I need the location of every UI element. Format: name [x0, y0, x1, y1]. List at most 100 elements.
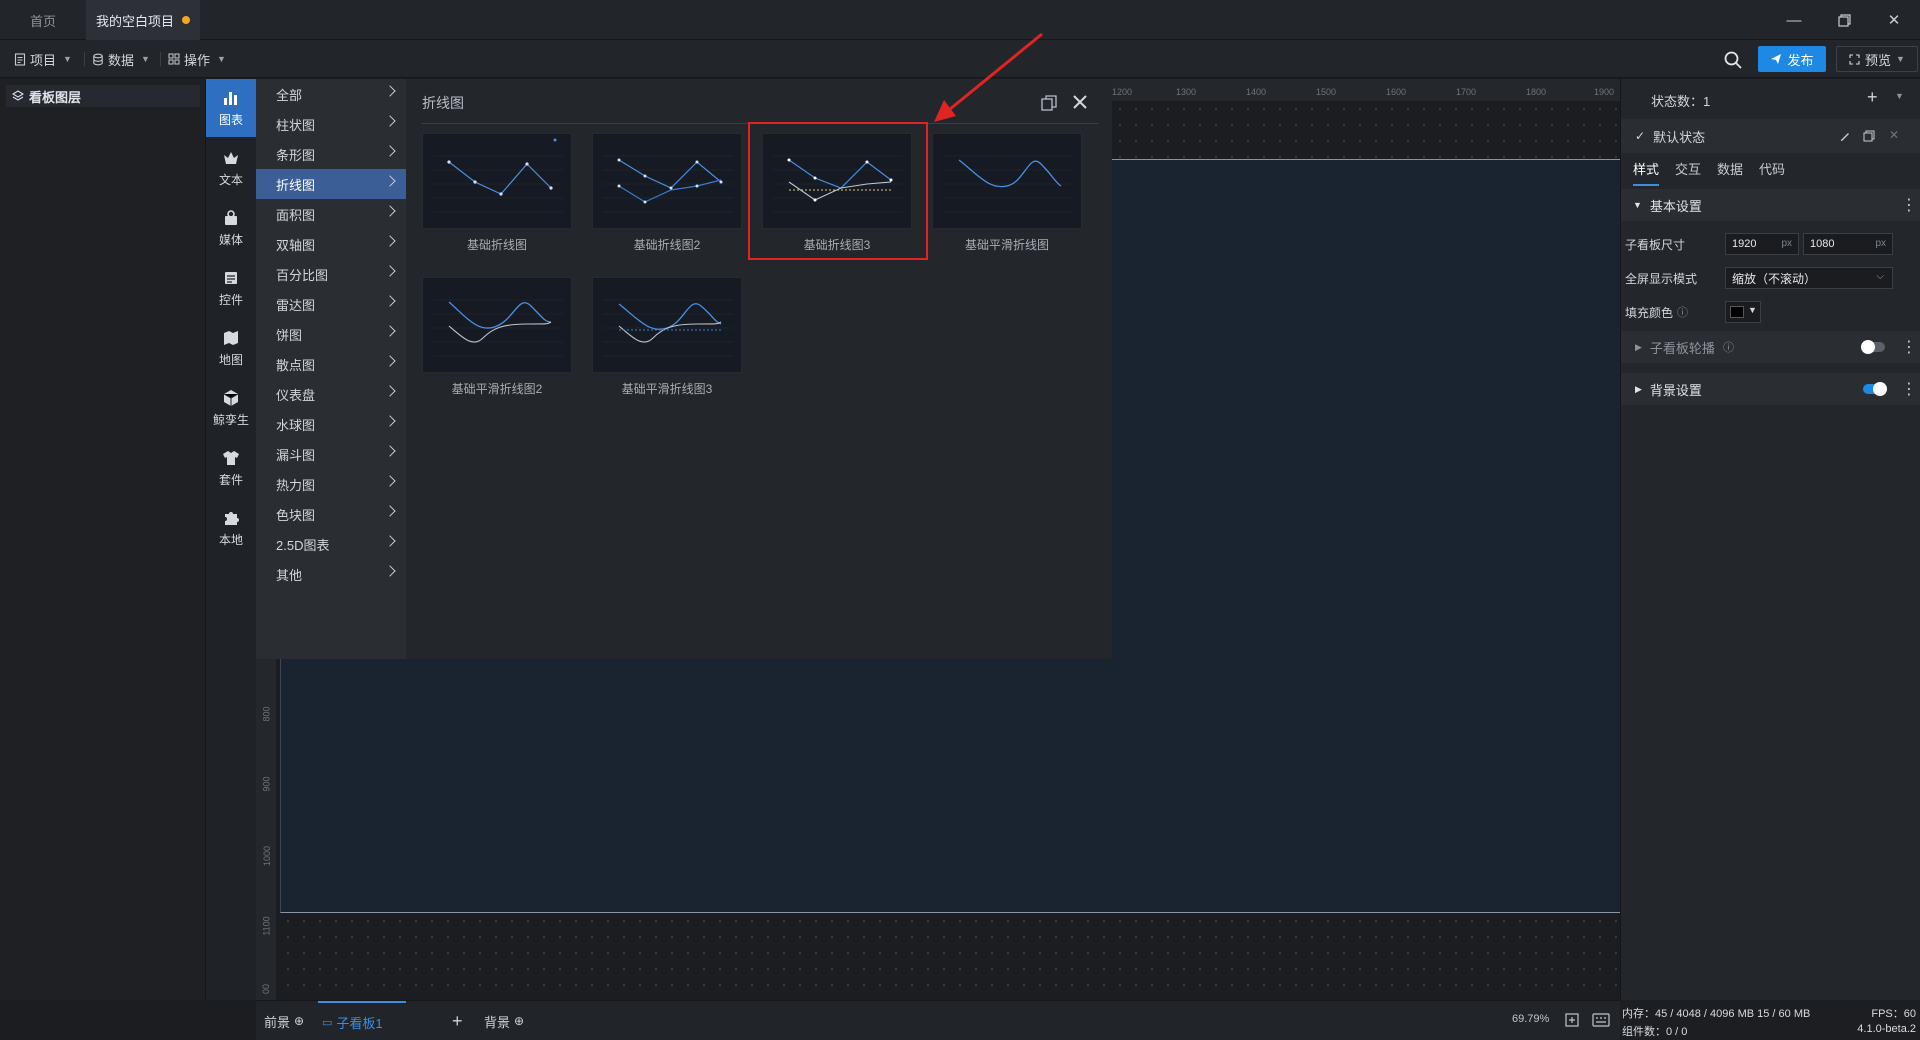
ruler-top[interactable]: 1200 1300 1400 1500 1600 1700 1800 1900: [1112, 79, 1620, 101]
tab-sub-board-1[interactable]: ▭ 子看板1: [318, 1001, 406, 1040]
color-swatch: [1730, 306, 1744, 318]
menu-item-pie[interactable]: 饼图: [256, 319, 406, 349]
more-icon[interactable]: ⋮: [1901, 337, 1917, 357]
component-category-rail: 图表 文本 媒体 控件 地图 鲸孪生 套件 本地: [206, 79, 256, 1000]
chart-type-menu: 全部 柱状图 条形图 折线图 面积图 双轴图 百分比图 雷达图 饼图 散点图 仪…: [256, 79, 406, 659]
selection-highlight-box: [748, 122, 928, 260]
width-input[interactable]: 1920 px: [1725, 233, 1799, 255]
add-state-button[interactable]: +: [1867, 87, 1878, 108]
more-icon[interactable]: ⋮: [1901, 195, 1917, 215]
menu-item-gauge[interactable]: 仪表盘: [256, 379, 406, 409]
menu-item-radar[interactable]: 雷达图: [256, 289, 406, 319]
gallery-title: 折线图: [422, 95, 464, 111]
tab-interaction[interactable]: 交互: [1675, 159, 1701, 186]
menu-item-scatter[interactable]: 散点图: [256, 349, 406, 379]
search-icon[interactable]: [1722, 49, 1744, 71]
add-circle-icon[interactable]: ⊕: [514, 1014, 524, 1028]
edit-icon[interactable]: [1839, 130, 1851, 142]
menu-item-funnel[interactable]: 漏斗图: [256, 439, 406, 469]
chevron-right-icon: [384, 295, 396, 307]
menu-item-line[interactable]: 折线图: [256, 169, 406, 199]
chevron-down-icon[interactable]: ▼: [1895, 91, 1904, 101]
tab-code[interactable]: 代码: [1759, 159, 1785, 186]
delete-state-icon[interactable]: ✕: [1889, 128, 1899, 142]
tab-style[interactable]: 样式: [1633, 159, 1660, 186]
keyboard-icon[interactable]: [1592, 1013, 1610, 1027]
help-icon[interactable]: ⓘ: [1677, 304, 1688, 320]
chevron-right-icon: [384, 325, 396, 337]
background-toggle[interactable]: [1863, 382, 1887, 396]
zoom-level[interactable]: 69.79%: [1512, 1013, 1549, 1025]
layers-panel: 看板图层: [0, 79, 206, 1000]
menu-item-all[interactable]: 全部: [256, 79, 406, 109]
menu-item-area[interactable]: 面积图: [256, 199, 406, 229]
ruler-left[interactable]: 800 900 1000 1100 00: [256, 659, 276, 1000]
fit-screen-icon[interactable]: [1564, 1012, 1580, 1028]
pointer-arrow-icon: [934, 32, 1043, 122]
restore-icon[interactable]: [1832, 8, 1856, 32]
close-window-icon[interactable]: ✕: [1882, 8, 1906, 32]
data-menu[interactable]: 数据 ▼: [92, 49, 150, 69]
close-icon[interactable]: [1070, 92, 1090, 112]
chevron-down-icon[interactable]: ▼: [1896, 54, 1905, 64]
check-icon: ✓: [1635, 129, 1646, 143]
rail-item-map[interactable]: 地图: [206, 319, 256, 377]
puzzle-icon: [225, 511, 239, 525]
chevron-right-icon: [384, 205, 396, 217]
menu-item-column[interactable]: 柱状图: [256, 109, 406, 139]
rail-item-media[interactable]: 媒体: [206, 199, 256, 257]
height-input[interactable]: 1080 px: [1803, 233, 1893, 255]
chart-card-smooth-line[interactable]: 基础平滑折线图: [932, 133, 1082, 259]
menu-item-percent[interactable]: 百分比图: [256, 259, 406, 289]
rail-item-twin[interactable]: 鲸孪生: [206, 379, 256, 437]
copy-state-icon[interactable]: [1863, 130, 1875, 142]
add-board-button[interactable]: +: [452, 1001, 463, 1040]
more-icon[interactable]: ⋮: [1901, 379, 1917, 399]
tab-foreground[interactable]: 前景 ⊕: [264, 1001, 304, 1040]
help-icon[interactable]: ⓘ: [1723, 339, 1734, 355]
chevron-right-icon: [384, 475, 396, 487]
minimize-icon[interactable]: —: [1782, 8, 1806, 32]
layers-header[interactable]: 看板图层: [6, 85, 200, 107]
add-circle-icon[interactable]: ⊕: [294, 1014, 304, 1028]
rail-item-chart[interactable]: 图表: [206, 79, 256, 137]
fill-color-picker[interactable]: ▼: [1725, 301, 1761, 323]
grid-icon: [168, 53, 180, 65]
tab-home[interactable]: 首页: [0, 0, 86, 40]
menu-item-bar[interactable]: 条形图: [256, 139, 406, 169]
operations-menu[interactable]: 操作 ▼: [168, 49, 226, 69]
project-menu[interactable]: 项目 ▼: [14, 49, 72, 69]
caret-right-icon: ▶: [1635, 383, 1642, 394]
map-icon: [224, 330, 238, 345]
rail-item-text[interactable]: 文本: [206, 139, 256, 197]
chart-card-smooth-line-2[interactable]: 基础平滑折线图2: [422, 277, 572, 403]
unsaved-dot-icon: [182, 16, 190, 24]
rail-item-kit[interactable]: 套件: [206, 439, 256, 497]
canvas-grid: [1112, 101, 1620, 159]
default-state-row[interactable]: ✓ 默认状态: [1621, 119, 1920, 153]
chart-thumbnail: [422, 133, 572, 229]
chart-card-basic-line[interactable]: 基础折线图: [422, 133, 572, 259]
rail-item-local[interactable]: 本地: [206, 499, 256, 557]
rail-item-widget[interactable]: 控件: [206, 259, 256, 317]
chevron-right-icon: [384, 445, 396, 457]
menu-item-dual-axis[interactable]: 双轴图: [256, 229, 406, 259]
menu-item-liquid[interactable]: 水球图: [256, 409, 406, 439]
menu-item-2-5d[interactable]: 2.5D图表: [256, 529, 406, 559]
tab-background[interactable]: 背景 ⊕: [484, 1001, 524, 1040]
preview-button[interactable]: 预览 ▼: [1836, 46, 1918, 72]
menu-item-heatmap[interactable]: 热力图: [256, 469, 406, 499]
chevron-right-icon: [384, 175, 396, 187]
fill-color-label: 填充颜色 ⓘ: [1625, 304, 1689, 320]
menu-item-color-block[interactable]: 色块图: [256, 499, 406, 529]
chevron-right-icon: [384, 235, 396, 247]
menu-item-other[interactable]: 其他: [256, 559, 406, 589]
chart-card-smooth-line-3[interactable]: 基础平滑折线图3: [592, 277, 742, 403]
chart-card-basic-line-2[interactable]: 基础折线图2: [592, 133, 742, 259]
publish-button[interactable]: 发布: [1758, 46, 1826, 72]
tab-project[interactable]: 我的空白项目: [86, 0, 200, 40]
section-basic-settings[interactable]: ▼ 基本设置: [1621, 189, 1920, 221]
carousel-toggle[interactable]: [1861, 340, 1885, 354]
tab-data[interactable]: 数据: [1717, 159, 1743, 186]
fullscreen-mode-select[interactable]: 缩放（不滚动） ⌵: [1725, 267, 1893, 289]
